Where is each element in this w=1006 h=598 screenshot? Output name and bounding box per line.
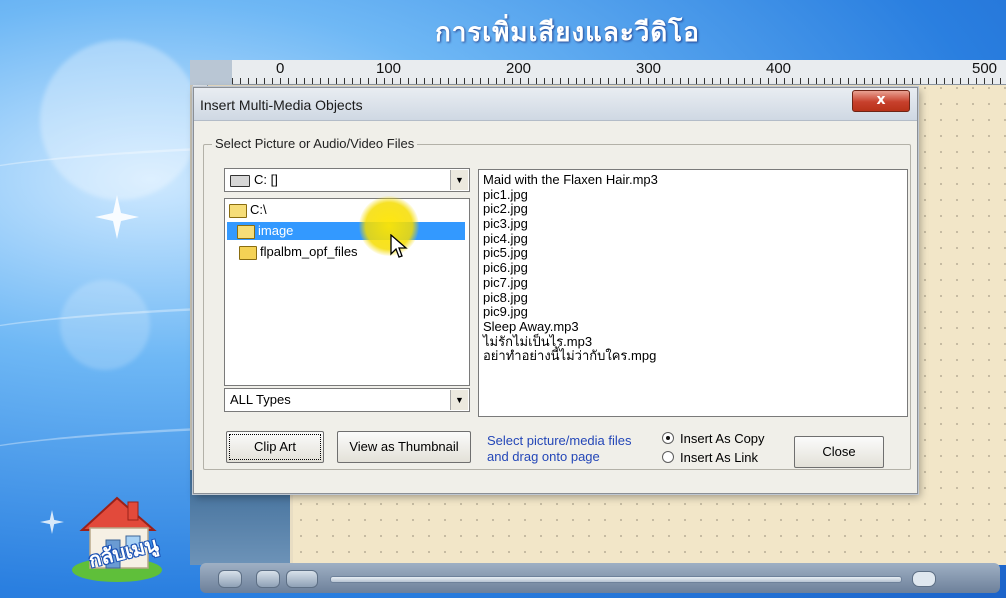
open-folder-icon <box>237 224 255 239</box>
seek-slider[interactable] <box>330 576 902 583</box>
view-thumbnail-button[interactable]: View as Thumbnail <box>337 431 471 463</box>
folder-item[interactable]: C:\ <box>229 201 267 219</box>
house-icon <box>72 496 162 582</box>
chevron-down-icon[interactable]: ▼ <box>450 390 468 410</box>
file-item[interactable]: pic3.jpg <box>479 216 907 231</box>
drive-select-value: C: [] <box>254 172 278 187</box>
clip-art-button[interactable]: Clip Art <box>226 431 324 463</box>
group-label: Select Picture or Audio/Video Files <box>212 136 418 151</box>
media-player-bar <box>200 563 1000 593</box>
slide-title: การเพิ่มเสียงและวีดิโอ <box>435 18 700 48</box>
dialog-titlebar[interactable]: Insert Multi-Media Objects x <box>194 88 917 121</box>
close-button[interactable]: Close <box>794 436 884 468</box>
pause-button[interactable] <box>218 570 242 588</box>
cursor-highlight <box>359 196 419 256</box>
ruler-corner <box>190 60 232 85</box>
insert-multimedia-dialog: Insert Multi-Media Objects x Select Pict… <box>193 87 918 494</box>
radio-label: Insert As Link <box>680 450 759 465</box>
file-type-value: ALL Types <box>230 392 291 407</box>
drive-icon <box>230 174 250 187</box>
drive-select[interactable]: C: [] ▼ <box>224 168 470 192</box>
insert-as-link-radio[interactable]: Insert As Link <box>662 450 758 465</box>
file-item[interactable]: Maid with the Flaxen Hair.mp3 <box>479 172 907 187</box>
radio-icon <box>662 451 674 463</box>
folder-icon <box>239 245 257 260</box>
volume-icon[interactable] <box>912 571 936 587</box>
open-folder-icon <box>229 203 247 218</box>
folder-label: C:\ <box>250 202 267 217</box>
sparkle-icon <box>40 510 64 534</box>
ruler-mark: 0 <box>276 60 285 77</box>
stop-button[interactable] <box>256 570 280 588</box>
file-item[interactable]: pic7.jpg <box>479 275 907 290</box>
horizontal-ruler: 0 100 200 300 400 500 <box>232 60 1006 85</box>
ruler-mark: 300 <box>636 60 662 77</box>
dialog-close-button[interactable]: x <box>852 90 910 112</box>
sparkle-icon <box>95 195 139 239</box>
file-item[interactable]: pic8.jpg <box>479 290 907 305</box>
file-item[interactable]: pic6.jpg <box>479 260 907 275</box>
radio-label: Insert As Copy <box>680 431 765 446</box>
folder-label: flpalbm_opf_files <box>260 244 358 259</box>
hint-line: Select picture/media files <box>487 433 632 448</box>
file-item[interactable]: pic5.jpg <box>479 245 907 261</box>
folder-item[interactable]: flpalbm_opf_files <box>239 243 358 261</box>
ruler-mark: 500 <box>972 60 998 77</box>
mouse-pointer-icon <box>390 234 408 258</box>
insert-as-copy-radio[interactable]: Insert As Copy <box>662 431 765 446</box>
home-button[interactable] <box>62 470 172 588</box>
ruler-mark: 200 <box>506 60 532 77</box>
folder-label: image <box>258 223 294 238</box>
radio-selected-icon <box>662 432 674 444</box>
folder-tree[interactable]: C:\ image flpalbm_opf_files <box>224 198 470 386</box>
chevron-down-icon[interactable]: ▼ <box>450 170 468 190</box>
file-item[interactable]: Sleep Away.mp3 <box>479 319 907 334</box>
file-type-select[interactable]: ALL Types ▼ <box>224 388 470 412</box>
close-icon: x <box>876 92 886 108</box>
drag-hint: Select picture/media files and drag onto… <box>487 433 657 465</box>
dialog-title: Insert Multi-Media Objects <box>200 97 363 113</box>
folder-item-selected[interactable]: image <box>227 222 465 240</box>
file-item[interactable]: pic4.jpg <box>479 231 907 246</box>
file-item[interactable]: pic2.jpg <box>479 201 907 217</box>
file-item[interactable]: อย่าทำอย่างนี้ไม่ว่ากับใคร.mpg <box>479 348 907 363</box>
step-button[interactable] <box>286 570 318 588</box>
ruler-mark: 100 <box>376 60 402 77</box>
file-list[interactable]: Maid with the Flaxen Hair.mp3 pic1.jpg p… <box>478 169 908 417</box>
file-item[interactable]: pic9.jpg <box>479 304 907 319</box>
hint-line: and drag onto page <box>487 449 600 464</box>
file-item[interactable]: pic1.jpg <box>479 187 907 202</box>
file-item[interactable]: ไม่รักไม่เป็นไร.mp3 <box>479 334 907 349</box>
ruler-mark: 400 <box>766 60 792 77</box>
